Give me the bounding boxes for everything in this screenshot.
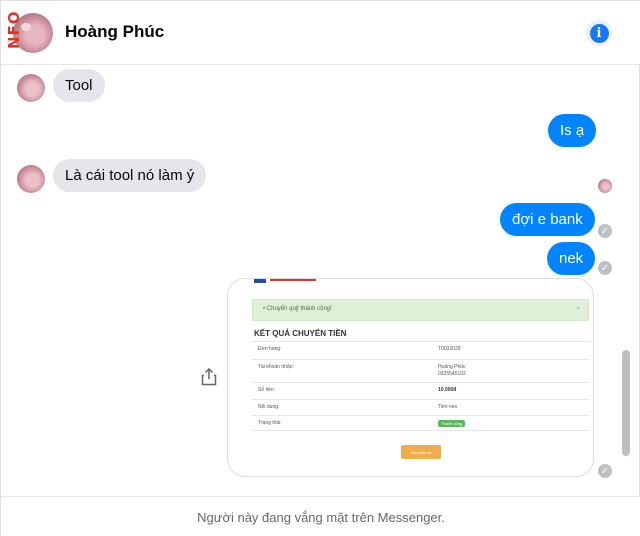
alert-text: • Chuyển quỹ thành công! bbox=[263, 306, 332, 312]
scrollbar-thumb[interactable] bbox=[622, 350, 630, 456]
outgoing-message[interactable]: đợi e bank bbox=[500, 203, 595, 236]
away-status-text: Người này đang vắng mặt trên Messenger. bbox=[197, 509, 445, 525]
message-thread[interactable]: Tool Is ạ Là cái tool nó làm ý đợi e ban… bbox=[1, 65, 640, 496]
conversation-info-button[interactable]: i bbox=[586, 20, 612, 46]
row-label: Trạng thái: bbox=[258, 420, 282, 426]
sent-check-icon: ✓ bbox=[598, 224, 612, 238]
success-alert: • Chuyển quỹ thành công! × bbox=[252, 299, 589, 321]
row-value: T0032029 bbox=[438, 346, 461, 352]
table-row: Số tiền: 10.000đ bbox=[252, 382, 589, 399]
seen-indicator-avatar bbox=[598, 179, 612, 193]
bank-logo bbox=[254, 279, 316, 283]
share-icon[interactable] bbox=[201, 368, 217, 386]
row-value: Hoàng Phúc 0325545102 bbox=[438, 364, 466, 378]
outgoing-message[interactable]: Is ạ bbox=[548, 114, 597, 147]
outgoing-message[interactable]: nek bbox=[547, 242, 596, 275]
table-row: Nội dung: Tiền neo bbox=[252, 399, 589, 415]
history-button: Xem lịch sử bbox=[401, 445, 441, 459]
alert-close-icon: × bbox=[576, 306, 580, 312]
sent-check-icon: ✓ bbox=[598, 261, 612, 275]
row-value: Tiền neo bbox=[438, 404, 458, 410]
table-row: Trạng thái: Thành công bbox=[252, 415, 589, 431]
table-row: Đơn hàng: T0032029 bbox=[252, 341, 589, 359]
contact-avatar-small[interactable] bbox=[17, 74, 45, 102]
conversation-header: NFO Hoàng Phúc i bbox=[1, 1, 640, 65]
recipient-account: 0325545102 bbox=[438, 371, 466, 377]
sent-check-icon: ✓ bbox=[598, 464, 612, 478]
row-label: Nội dung: bbox=[258, 404, 280, 410]
messenger-window: NFO Hoàng Phúc i Tool Is ạ Là cái tool n… bbox=[0, 0, 640, 536]
info-icon: i bbox=[589, 23, 609, 43]
row-label: Đơn hàng: bbox=[258, 346, 282, 352]
contact-avatar-small[interactable] bbox=[17, 165, 45, 193]
image-attachment[interactable]: • Chuyển quỹ thành công! × KẾT QUẢ CHUYỂ… bbox=[227, 278, 594, 477]
recipient-name: Hoàng Phúc bbox=[438, 364, 466, 370]
incoming-message[interactable]: Tool bbox=[53, 69, 105, 102]
result-heading: KẾT QUẢ CHUYỂN TIỀN bbox=[254, 329, 347, 338]
row-value: 10.000đ bbox=[438, 387, 457, 393]
away-status-footer: Người này đang vắng mặt trên Messenger. bbox=[1, 496, 640, 536]
status-badge: Thành công bbox=[438, 420, 466, 427]
side-overlay-text: NFO bbox=[5, 10, 23, 49]
result-table: Đơn hàng: T0032029 Tài khoản nhận: Hoàng… bbox=[252, 341, 589, 431]
contact-name[interactable]: Hoàng Phúc bbox=[65, 22, 164, 42]
row-label: Số tiền: bbox=[258, 387, 275, 393]
table-row: Tài khoản nhận: Hoàng Phúc 0325545102 bbox=[252, 359, 589, 382]
row-label: Tài khoản nhận: bbox=[258, 364, 294, 370]
incoming-message[interactable]: Là cái tool nó làm ý bbox=[53, 159, 207, 192]
